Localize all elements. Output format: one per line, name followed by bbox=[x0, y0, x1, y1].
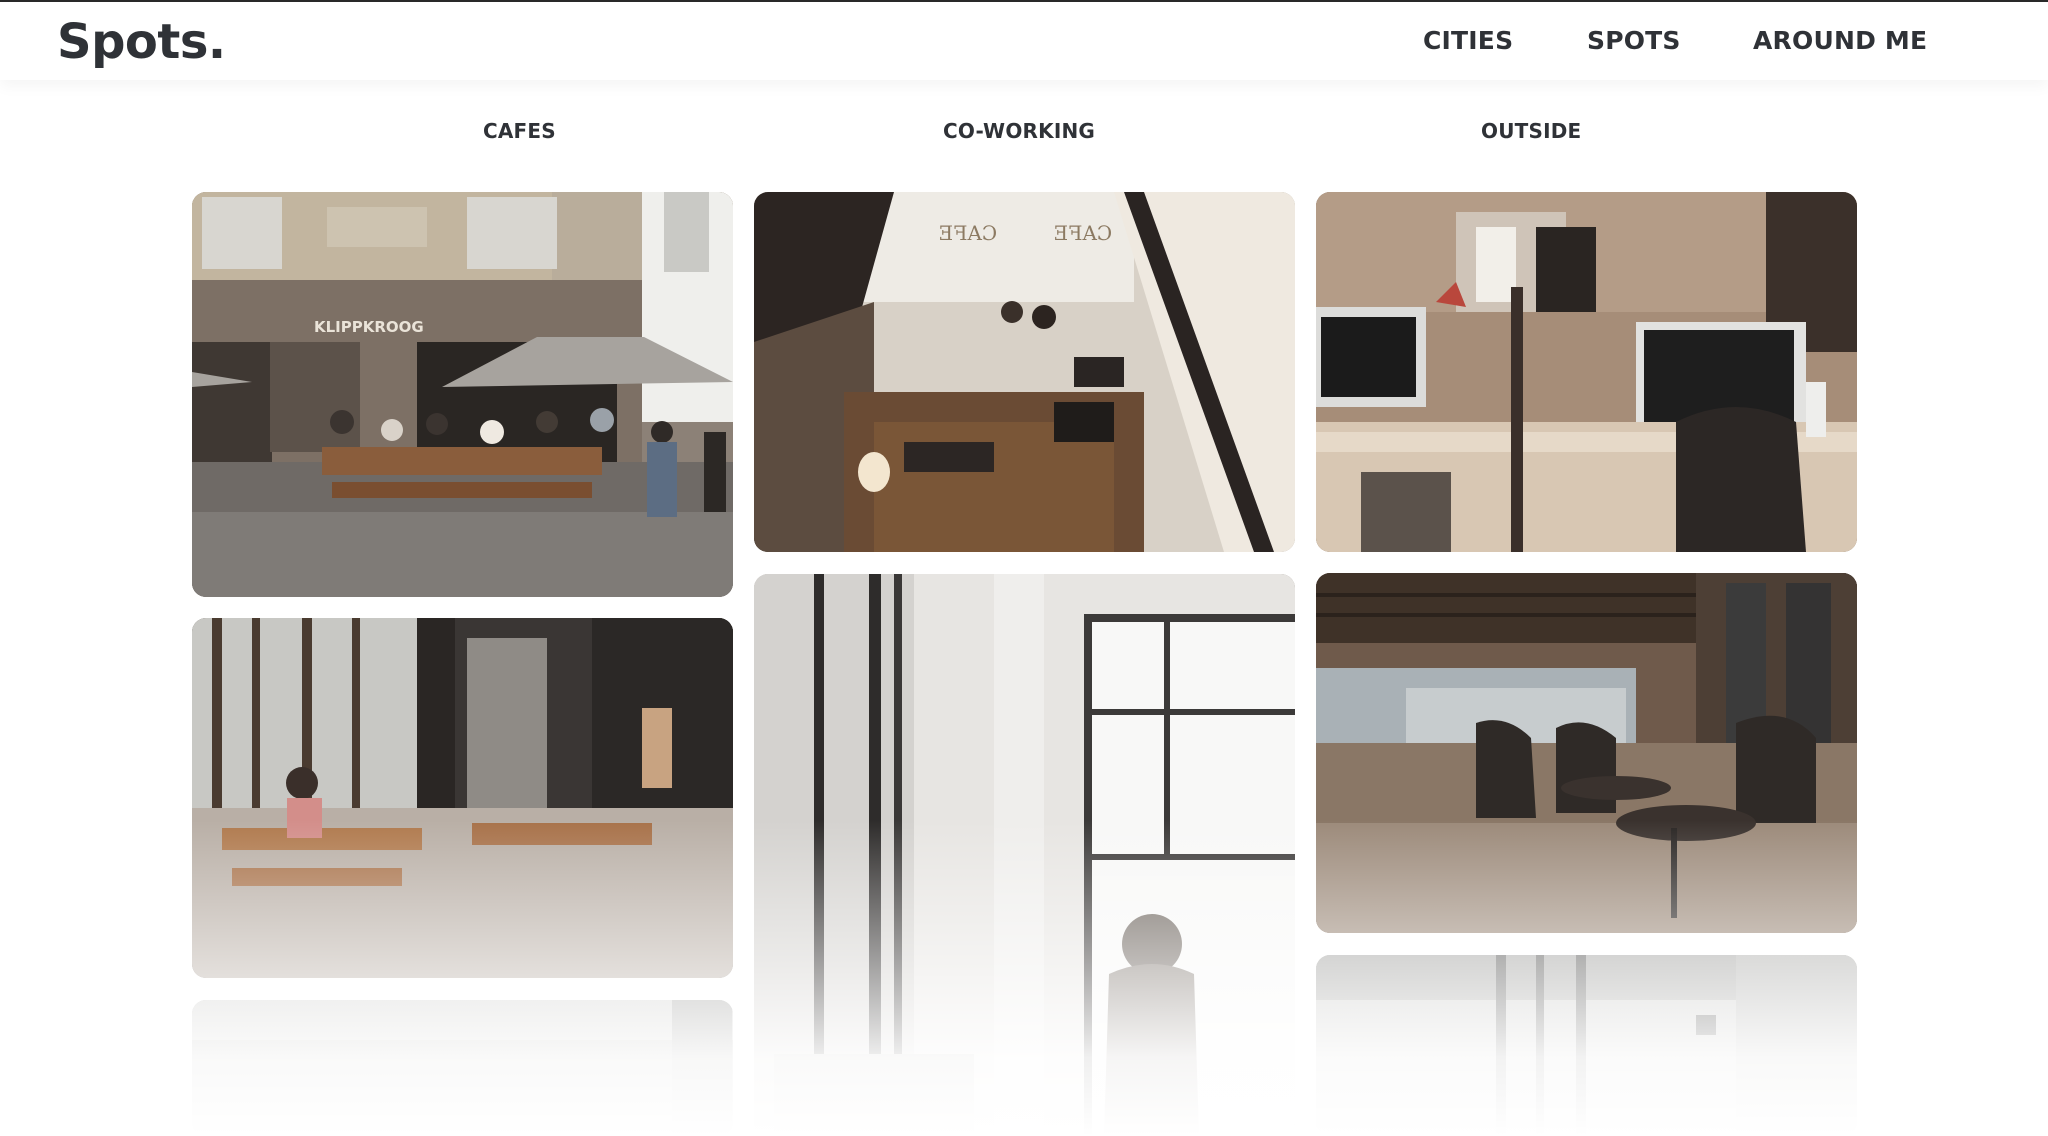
outside-office-photo bbox=[1316, 192, 1857, 552]
outside-photo-3 bbox=[1316, 955, 1857, 1136]
spot-card-cafe-interior[interactable] bbox=[192, 618, 733, 978]
tab-cafes[interactable]: CAFES bbox=[483, 119, 556, 143]
outside-loft-photo bbox=[1316, 573, 1857, 933]
spot-card-coworking-cafe[interactable]: ƎꟻAƆ ƎꟻAƆ bbox=[754, 192, 1295, 552]
nav-spots[interactable]: SPOTS bbox=[1587, 26, 1681, 55]
cafe-terrace-photo: KLIPPKROOG bbox=[192, 192, 733, 597]
spot-card-outside-3[interactable] bbox=[1316, 955, 1857, 1136]
nav-around-me[interactable]: AROUND ME bbox=[1753, 26, 1927, 55]
spot-card-outside-loft[interactable] bbox=[1316, 573, 1857, 933]
spot-card-cafe-3[interactable] bbox=[192, 1000, 733, 1136]
svg-text:ƎꟻAƆ: ƎꟻAƆ bbox=[1054, 221, 1112, 245]
main-nav: CITIES SPOTS AROUND ME bbox=[0, 26, 2048, 62]
coworking-cafe-photo: ƎꟻAƆ ƎꟻAƆ bbox=[754, 192, 1295, 552]
spot-card-outside-office[interactable] bbox=[1316, 192, 1857, 552]
nav-cities[interactable]: CITIES bbox=[1423, 26, 1513, 55]
tab-outside[interactable]: OUTSIDE bbox=[1481, 119, 1581, 143]
coworking-window-photo bbox=[754, 574, 1295, 1136]
site-header: Spots. CITIES SPOTS AROUND ME bbox=[0, 2, 2048, 80]
svg-text:ƎꟻAƆ: ƎꟻAƆ bbox=[939, 221, 997, 245]
cafe-interior-photo bbox=[192, 618, 733, 978]
cafe-sign-text: KLIPPKROOG bbox=[314, 318, 424, 336]
cafe-photo-3 bbox=[192, 1000, 733, 1136]
spot-card-cafe-terrace[interactable]: KLIPPKROOG bbox=[192, 192, 733, 597]
spot-card-coworking-window[interactable] bbox=[754, 574, 1295, 1136]
tab-co-working[interactable]: CO-WORKING bbox=[943, 119, 1095, 143]
